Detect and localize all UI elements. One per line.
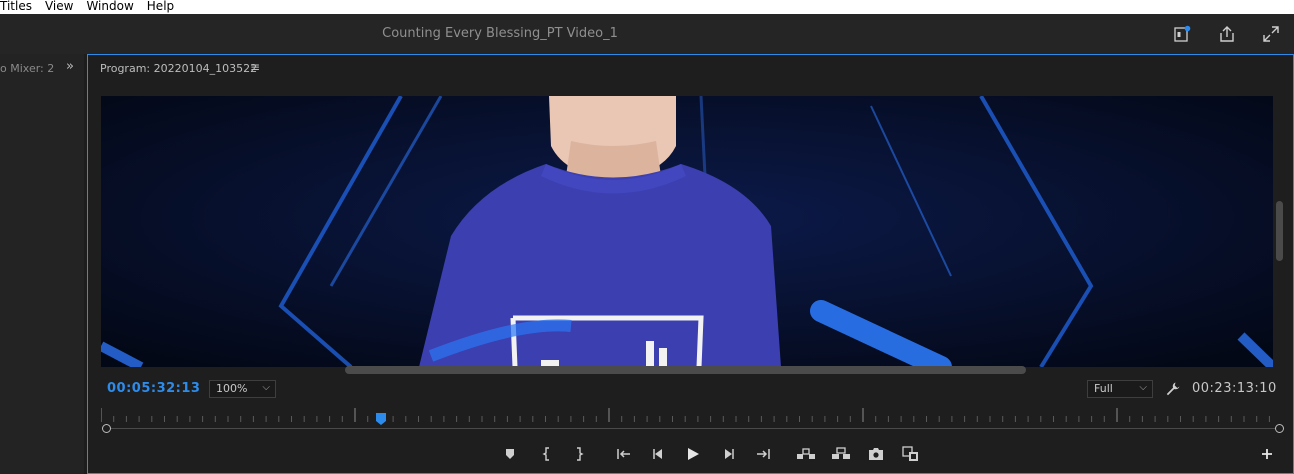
playback-resolution-select[interactable]: Full ⌵ [1087,380,1153,398]
step-back-icon[interactable] [647,443,669,465]
document-title: Counting Every Blessing_PT Video_1 [382,26,618,41]
menu-view[interactable]: View [45,0,86,14]
zoom-level-select[interactable]: 100% ⌵ [209,380,276,398]
zoom-handle-left[interactable] [102,424,111,433]
add-button-icon[interactable] [1256,443,1278,465]
fullscreen-icon[interactable] [1261,24,1281,44]
playhead-timecode[interactable]: 00:05:32:13 [107,381,200,396]
chevron-down-icon: ⌵ [262,382,270,393]
add-marker-icon[interactable] [499,443,521,465]
playback-resolution-value: Full [1094,382,1113,395]
audio-mixer-panel: o Mixer: 2 » [0,54,84,474]
go-to-in-icon[interactable] [613,443,635,465]
program-monitor-panel: Program: 20220104_103522 ≡ 00:05:32:13 1… [87,54,1294,474]
double-chevron-right-icon[interactable]: » [66,59,74,74]
wrench-icon[interactable] [1165,381,1181,397]
go-to-out-icon[interactable] [752,443,774,465]
extract-icon[interactable] [830,443,852,465]
menu-window[interactable]: Window [86,0,146,14]
menu-bar: Titles View Window Help [0,0,1294,14]
chevron-down-icon: ⌵ [1139,382,1147,393]
zoom-scroll-bar[interactable] [108,428,1280,429]
zoom-handle-right[interactable] [1275,424,1284,433]
zoom-level-value: 100% [216,382,248,395]
play-icon[interactable] [682,443,704,465]
mark-out-icon[interactable] [568,443,590,465]
hamburger-icon[interactable]: ≡ [250,60,260,74]
share-export-icon[interactable] [1217,24,1237,44]
menu-help[interactable]: Help [147,0,187,14]
duration-timecode: 00:23:13:10 [1192,381,1277,396]
vertical-scrollbar-thumb[interactable] [1276,201,1283,261]
export-frame-icon[interactable] [865,443,887,465]
title-bar: Counting Every Blessing_PT Video_1 [0,14,1294,54]
time-ruler[interactable] [101,408,1277,422]
audio-mixer-tab[interactable]: o Mixer: 2 [0,62,54,75]
mark-in-icon[interactable] [536,443,558,465]
step-forward-icon[interactable] [718,443,740,465]
horizontal-scrollbar-thumb[interactable] [345,366,1026,374]
playhead-marker[interactable] [375,410,386,425]
video-frame-image [101,96,1273,367]
lift-icon[interactable] [795,443,817,465]
menu-titles[interactable]: Titles [0,0,45,14]
comparison-view-icon[interactable] [900,443,922,465]
quick-export-badge-icon[interactable] [1172,24,1192,44]
transport-controls [88,443,1293,465]
video-preview[interactable] [101,96,1273,367]
program-monitor-title[interactable]: Program: 20220104_103522 [100,62,257,75]
